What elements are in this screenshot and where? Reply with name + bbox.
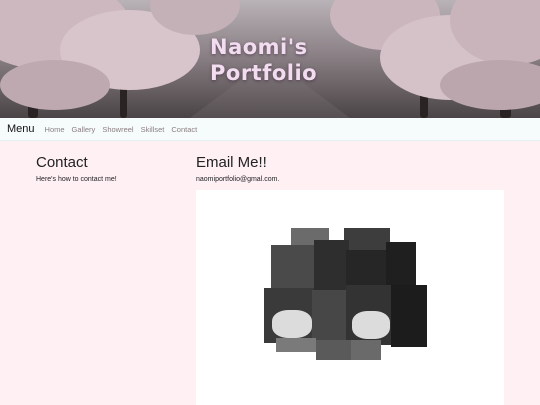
email-heading: Email Me!!: [196, 154, 267, 171]
email-section: Email Me!! naomiportfolio@gmal.com.: [196, 154, 506, 183]
nav-link-gallery[interactable]: Gallery: [72, 125, 96, 134]
sneaker-toe: [352, 311, 390, 339]
collage-tile: [276, 338, 316, 352]
contact-section: Contact Here's how to contact me!: [36, 154, 186, 183]
email-address[interactable]: naomiportfolio@gmal.com.: [196, 176, 506, 183]
collage-tile: [264, 288, 314, 343]
collage-tile: [314, 240, 349, 290]
sneakers-collage-image: [196, 190, 504, 405]
contact-text: Here's how to contact me!: [36, 176, 117, 183]
hero-banner: Naomi's Portfolio: [0, 0, 540, 118]
blossom-cluster: [0, 60, 110, 110]
contact-heading: Contact: [36, 154, 88, 171]
photo-collage-card: [196, 190, 504, 405]
collage-tile: [391, 285, 427, 347]
sneaker-toe: [272, 310, 312, 338]
nav-link-skillset[interactable]: Skillset: [141, 125, 165, 134]
blossom-cluster: [440, 60, 540, 110]
collage-tile: [386, 242, 416, 287]
site-title: Naomi's Portfolio: [210, 35, 318, 85]
nav-link-contact[interactable]: Contact: [171, 125, 197, 134]
collage-tile: [316, 340, 356, 360]
navbar: Menu Home Gallery Showreel Skillset Cont…: [0, 118, 540, 141]
nav-link-home[interactable]: Home: [45, 125, 65, 134]
collage-tile: [351, 340, 381, 360]
collage-tile: [346, 285, 394, 345]
menu-brand[interactable]: Menu: [7, 123, 35, 135]
nav-link-showreel[interactable]: Showreel: [102, 125, 133, 134]
